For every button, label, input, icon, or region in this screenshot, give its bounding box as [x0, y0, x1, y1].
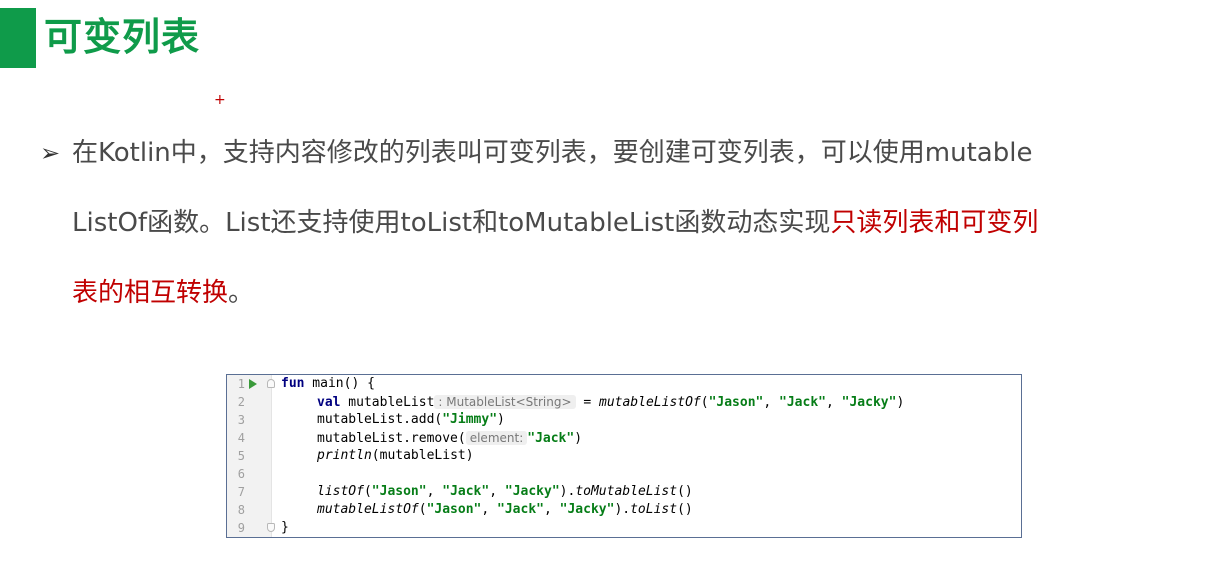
code-text: mutableListOf("Jason", "Jack", "Jacky").…: [317, 502, 693, 517]
code-line: 2 val mutableList: MutableList<String> =…: [227, 393, 1021, 411]
code-text: }: [281, 520, 289, 535]
code-line: 7 listOf("Jason", "Jack", "Jacky").toMut…: [227, 483, 1021, 501]
line-number: 6: [237, 467, 245, 481]
bullet-arrow-icon: ➢: [40, 139, 61, 167]
plus-mark: +: [214, 92, 226, 108]
code-line: 9 }: [227, 519, 1021, 537]
line-number: 7: [237, 485, 245, 499]
line-number: 9: [237, 521, 245, 535]
code-text: val mutableList: MutableList<String> = m…: [317, 395, 905, 410]
highlighted-text: 表的相互转换: [72, 278, 229, 308]
code-line: 8 mutableListOf("Jason", "Jack", "Jacky"…: [227, 501, 1021, 519]
highlighted-text: 只读列表和可变列: [830, 208, 1039, 238]
code-line: 3 mutableList.add("Jimmy"): [227, 411, 1021, 429]
paragraph-text: 。: [228, 278, 255, 308]
code-text: listOf("Jason", "Jack", "Jacky").toMutab…: [317, 484, 693, 499]
line-number: 8: [237, 503, 245, 517]
code-line: 4 mutableList.remove(element: "Jack"): [227, 429, 1021, 447]
code-editor: 1 fun main() { 2 val mutableList: Mutabl…: [226, 374, 1022, 538]
line-number: 3: [237, 413, 245, 427]
type-hint: : MutableList<String>: [434, 395, 576, 409]
code-line: 5 println(mutableList): [227, 447, 1021, 465]
run-arrow-icon[interactable]: [249, 379, 257, 389]
paragraph-text: 在Kotlin中，支持内容修改的列表叫可变列表，要创建可变列表，可以使用muta…: [72, 138, 1033, 168]
slide-title: 可变列表: [44, 15, 201, 59]
fold-marker-icon[interactable]: [267, 379, 275, 388]
code-text: println(mutableList): [317, 448, 474, 463]
line-number: 1: [237, 377, 245, 391]
code-text: fun main() {: [281, 376, 375, 391]
line-number: 4: [237, 431, 245, 445]
paragraph-line-1: 在Kotlin中，支持内容修改的列表叫可变列表，要创建可变列表，可以使用muta…: [72, 135, 1032, 171]
code-line: 6: [227, 465, 1021, 483]
code-line: 1 fun main() {: [227, 375, 1021, 393]
parameter-hint: element:: [465, 431, 528, 445]
fold-marker-icon[interactable]: [267, 523, 275, 532]
title-accent-bar: [0, 8, 36, 68]
line-number: 5: [237, 449, 245, 463]
code-text: mutableList.remove(element: "Jack"): [317, 431, 583, 446]
paragraph-text: ListOf函数。List还支持使用toList和toMutableList函数…: [72, 208, 831, 238]
paragraph-line-2: ListOf函数。List还支持使用toList和toMutableList函数…: [72, 205, 1038, 241]
line-number: 2: [237, 395, 245, 409]
paragraph-line-3: 表的相互转换。: [72, 275, 254, 311]
code-text: mutableList.add("Jimmy"): [317, 412, 505, 427]
